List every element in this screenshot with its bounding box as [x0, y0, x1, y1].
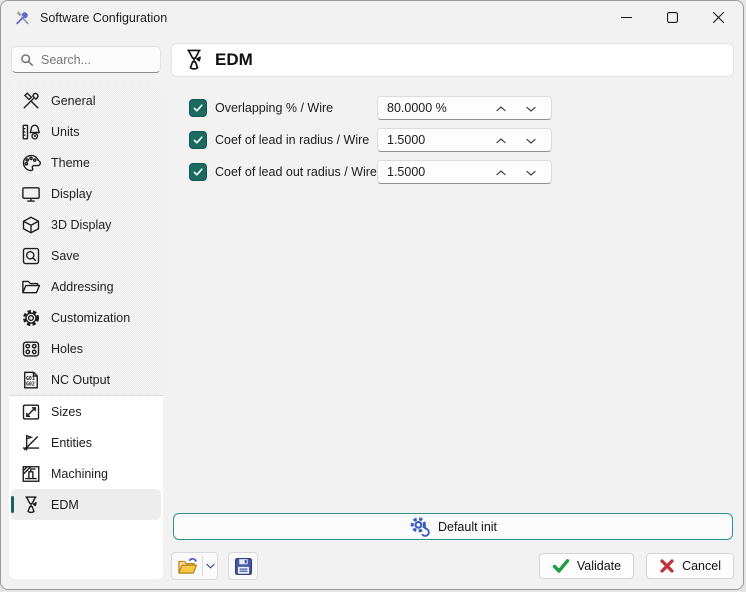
sidebar-item-label: Machining: [51, 467, 108, 481]
sidebar-item-label: Customization: [51, 311, 130, 325]
window-title: Software Configuration: [40, 11, 167, 25]
default-init-button[interactable]: Default init: [173, 513, 733, 540]
machining-icon: [20, 463, 42, 485]
page-header: EDM: [171, 43, 734, 77]
open-config-button[interactable]: [171, 552, 218, 580]
lead-out-input[interactable]: [378, 165, 478, 179]
sidebar-item-machining[interactable]: Machining: [11, 458, 161, 489]
open-dropdown-chevron-icon[interactable]: [202, 556, 217, 576]
sidebar-item-label: Entities: [51, 436, 92, 450]
sidebar-item-entities[interactable]: Entities: [11, 427, 161, 458]
setting-row-overlapping: Overlapping % / Wire: [189, 96, 552, 120]
entities-icon: [20, 432, 42, 454]
sidebar-item-label: General: [51, 94, 95, 108]
floppy-disk-icon: [233, 556, 254, 577]
sidebar-item-nc-output[interactable]: G01 G02 NC Output: [11, 364, 161, 395]
validate-label: Validate: [577, 559, 621, 573]
nc-output-document-icon: G01 G02: [20, 369, 42, 391]
sidebar-item-theme[interactable]: Theme: [11, 147, 161, 178]
sidebar-item-holes[interactable]: Holes: [11, 333, 161, 364]
overlapping-spinner: [377, 96, 552, 120]
cancel-label: Cancel: [682, 559, 721, 573]
cancel-button[interactable]: Cancel: [646, 553, 734, 579]
validate-check-icon: [552, 558, 570, 574]
sidebar-item-label: Addressing: [51, 280, 114, 294]
lead-in-spinner: [377, 128, 552, 152]
setting-label: Overlapping % / Wire: [215, 101, 377, 115]
edm-icon: [20, 494, 42, 516]
sidebar-item-sizes[interactable]: Sizes: [11, 396, 161, 427]
sidebar-item-units[interactable]: Units: [11, 116, 161, 147]
lead-in-input[interactable]: [378, 133, 478, 147]
sidebar-item-edm[interactable]: EDM: [11, 489, 161, 520]
sidebar-item-display[interactable]: Display: [11, 178, 161, 209]
sidebar-item-3d-display[interactable]: 3D Display: [11, 209, 161, 240]
software-configuration-window: Software Configuration: [0, 0, 744, 590]
footer-bar: Validate Cancel: [171, 552, 734, 580]
close-button[interactable]: [695, 2, 741, 33]
theme-palette-icon: [20, 152, 42, 174]
lead-out-checkbox[interactable]: [189, 163, 207, 181]
sidebar-item-label: NC Output: [51, 373, 110, 387]
lead-out-spinner: [377, 160, 552, 184]
sidebar-item-customization[interactable]: Customization: [11, 302, 161, 333]
sidebar-item-label: Display: [51, 187, 92, 201]
sidebar-item-label: EDM: [51, 498, 79, 512]
lead-in-checkbox[interactable]: [189, 131, 207, 149]
cube-icon: [20, 214, 42, 236]
page-title: EDM: [215, 50, 253, 70]
setting-row-lead-in: Coef of lead in radius / Wire: [189, 128, 552, 152]
spin-up-button[interactable]: [490, 163, 512, 182]
settings-list: Overlapping % / Wire Coef of lead in rad…: [189, 96, 552, 192]
open-folder-icon[interactable]: [172, 556, 202, 577]
sidebar: General Units: [9, 85, 163, 579]
setting-row-lead-out: Coef of lead out radius / Wire: [189, 160, 552, 184]
titlebar: Software Configuration: [1, 1, 743, 34]
setting-label: Coef of lead out radius / Wire: [215, 165, 377, 179]
sidebar-item-label: Units: [51, 125, 79, 139]
cancel-x-icon: [659, 558, 675, 574]
holes-icon: [20, 338, 42, 360]
units-icon: [20, 121, 42, 143]
sidebar-item-label: Theme: [51, 156, 90, 170]
sizes-icon: [20, 401, 42, 423]
sidebar-item-label: Holes: [51, 342, 83, 356]
tools-icon: [14, 9, 31, 26]
general-icon: [20, 90, 42, 112]
edm-header-icon: [182, 48, 206, 72]
sidebar-item-save[interactable]: Save: [11, 240, 161, 271]
gear-icon: [20, 307, 42, 329]
search-icon: [20, 53, 34, 67]
overlapping-checkbox[interactable]: [189, 99, 207, 117]
sidebar-item-general[interactable]: General: [11, 85, 161, 116]
validate-button[interactable]: Validate: [539, 553, 634, 579]
sidebar-item-label: Save: [51, 249, 80, 263]
minimize-button[interactable]: [603, 2, 649, 33]
spin-down-button[interactable]: [520, 99, 542, 118]
maximize-button[interactable]: [649, 2, 695, 33]
sidebar-item-label: Sizes: [51, 405, 82, 419]
gear-refresh-icon: [409, 516, 430, 537]
save-search-icon: [20, 245, 42, 267]
save-config-button[interactable]: [228, 552, 258, 580]
spin-up-button[interactable]: [490, 99, 512, 118]
display-monitor-icon: [20, 183, 42, 205]
overlapping-input[interactable]: [378, 101, 478, 115]
sidebar-item-addressing[interactable]: Addressing: [11, 271, 161, 302]
default-init-label: Default init: [438, 520, 497, 534]
spin-up-button[interactable]: [490, 131, 512, 150]
sidebar-item-label: 3D Display: [51, 218, 111, 232]
search-box[interactable]: [11, 46, 161, 73]
spin-down-button[interactable]: [520, 163, 542, 182]
setting-label: Coef of lead in radius / Wire: [215, 133, 377, 147]
search-input[interactable]: [41, 53, 152, 67]
folder-open-icon: [20, 276, 42, 298]
spin-down-button[interactable]: [520, 131, 542, 150]
svg-text:G02: G02: [26, 381, 35, 387]
